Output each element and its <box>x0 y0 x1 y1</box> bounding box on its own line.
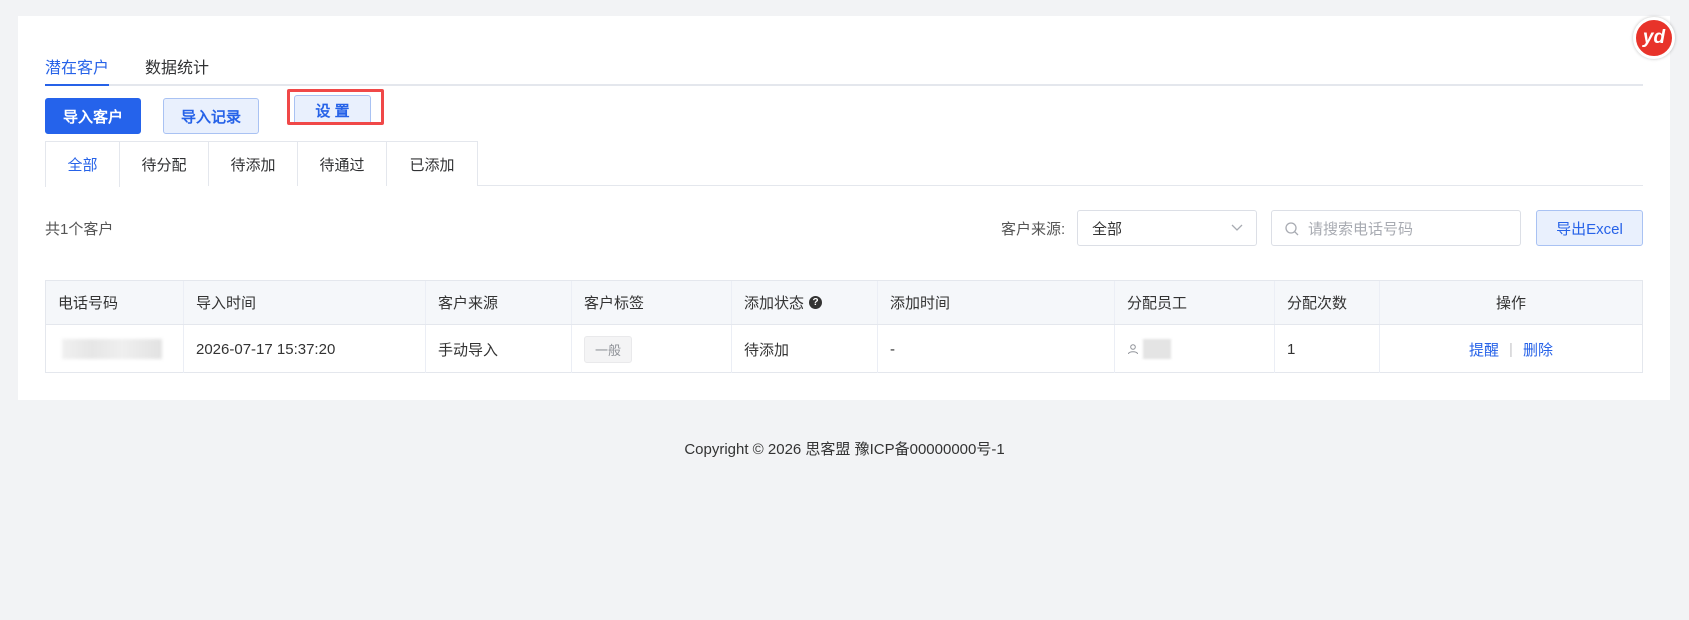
header-add-time: 添加时间 <box>878 281 1115 324</box>
status-tabs: 全部 待分配 待添加 待通过 已添加 <box>45 141 1643 187</box>
cell-employee <box>1115 325 1275 373</box>
tab-data-statistics[interactable]: 数据统计 <box>145 54 209 78</box>
active-tab-indicator <box>45 84 109 86</box>
action-separator: | <box>1509 340 1513 358</box>
header-phone: 电话号码 <box>46 281 184 324</box>
status-tab-pending-approval[interactable]: 待通过 <box>298 141 387 186</box>
cell-import-time: 2026-07-17 15:37:20 <box>184 325 426 373</box>
table-header: 电话号码 导入时间 客户来源 客户标签 添加状态 ? 添加时间 分配员工 分配次… <box>46 281 1642 325</box>
cell-assign-count: 1 <box>1275 325 1380 373</box>
header-tag: 客户标签 <box>572 281 732 324</box>
user-icon <box>1128 344 1138 355</box>
source-select-value: 全部 <box>1092 220 1123 238</box>
chevron-down-icon <box>1231 224 1243 231</box>
header-add-status-label: 添加状态 <box>744 295 805 312</box>
cell-status: 待添加 <box>732 325 878 373</box>
header-add-status: 添加状态 ? <box>732 281 878 324</box>
footer-copyright: Copyright © 2026 思客盟 豫ICP备00000000号-1 <box>684 441 1005 458</box>
remind-link[interactable]: 提醒 <box>1469 339 1499 360</box>
settings-highlight-box <box>287 89 384 125</box>
delete-link[interactable]: 删除 <box>1523 339 1553 360</box>
tab-potential-customers[interactable]: 潜在客户 <box>45 54 109 78</box>
cell-phone <box>46 325 184 373</box>
search-placeholder: 请搜索电话号码 <box>1308 220 1414 238</box>
import-customers-button[interactable]: 导入客户 <box>45 98 141 134</box>
header-source: 客户来源 <box>426 281 572 324</box>
redacted-employee <box>1143 339 1171 359</box>
customer-table: 电话号码 导入时间 客户来源 客户标签 添加状态 ? 添加时间 分配员工 分配次… <box>45 280 1643 373</box>
search-icon <box>1285 222 1299 236</box>
export-excel-button[interactable]: 导出Excel <box>1536 210 1643 246</box>
yd-badge-icon[interactable]: yd <box>1633 17 1675 59</box>
main-card: 潜在客户 数据统计 导入客户 导入记录 设 置 全部 待分配 待添加 待通过 已… <box>18 16 1670 400</box>
cell-tag: 一般 <box>572 325 732 373</box>
redacted-phone <box>62 339 162 359</box>
cell-add-time: - <box>878 325 1115 373</box>
customer-tag: 一般 <box>584 335 633 363</box>
cell-actions: 提醒 | 删除 <box>1380 325 1642 373</box>
cell-source: 手动导入 <box>426 325 572 373</box>
table-row: 2026-07-17 15:37:20 手动导入 一般 待添加 - 1 提醒 |… <box>46 325 1642 373</box>
status-tab-added[interactable]: 已添加 <box>387 141 478 186</box>
source-filter-label: 客户来源: <box>1001 221 1066 238</box>
top-tabs: 潜在客户 数据统计 <box>45 38 1643 86</box>
header-employee: 分配员工 <box>1115 281 1275 324</box>
status-tab-pending-assign[interactable]: 待分配 <box>120 141 209 186</box>
import-records-button[interactable]: 导入记录 <box>163 98 259 134</box>
status-tab-pending-add[interactable]: 待添加 <box>209 141 298 186</box>
phone-search-input[interactable]: 请搜索电话号码 <box>1271 210 1521 246</box>
source-select[interactable]: 全部 <box>1077 210 1257 246</box>
header-assign-count: 分配次数 <box>1275 281 1380 324</box>
customer-count: 共1个客户 <box>45 221 114 238</box>
status-tab-all[interactable]: 全部 <box>45 141 120 187</box>
question-icon[interactable]: ? <box>809 296 823 309</box>
header-actions: 操作 <box>1495 295 1526 312</box>
header-import-time: 导入时间 <box>184 281 426 324</box>
